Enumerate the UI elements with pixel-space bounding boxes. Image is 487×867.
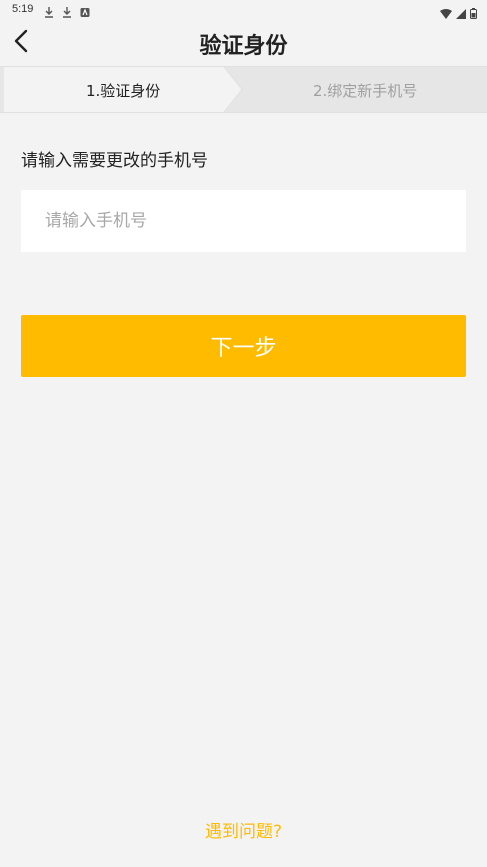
phone-input[interactable] [21, 190, 466, 252]
status-notifications [44, 3, 90, 18]
download-icon [62, 3, 72, 18]
download-icon [44, 3, 54, 18]
page-title: 验证身份 [199, 34, 288, 59]
status-bar: 5:19 [0, 0, 487, 20]
help-link[interactable]: 遇到问题? [0, 817, 487, 842]
phone-prompt-label: 请输入需要更改的手机号 [21, 151, 208, 171]
step-bind-new-phone: 2.绑定新手机号 [313, 82, 418, 100]
status-time: 5:19 [12, 3, 34, 15]
step-verify-identity: 1.验证身份 [86, 82, 161, 100]
next-step-button[interactable]: 下一步 [21, 315, 466, 377]
step-indicator: 1.验证身份 2.绑定新手机号 [0, 66, 487, 113]
app-header: 验证身份 [0, 20, 487, 66]
phone-field [21, 190, 466, 252]
app-notification-icon [80, 3, 90, 17]
